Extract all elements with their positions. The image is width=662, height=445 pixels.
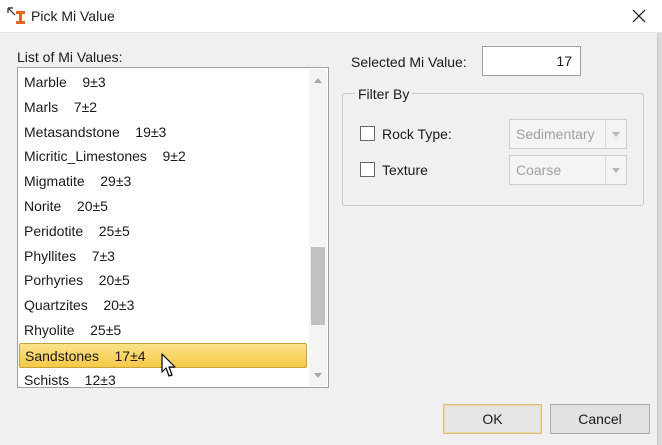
texture-checkbox[interactable] bbox=[360, 162, 375, 177]
ok-button[interactable]: OK bbox=[443, 404, 542, 434]
list-item[interactable]: Metasandstone 19±3 bbox=[19, 120, 307, 145]
list-item[interactable]: Marble 9±3 bbox=[19, 70, 307, 95]
list-scrollbar[interactable] bbox=[309, 69, 327, 386]
close-button[interactable] bbox=[616, 0, 662, 32]
selected-value-field[interactable]: 17 bbox=[482, 46, 581, 76]
chevron-down-icon bbox=[314, 372, 322, 378]
list-item[interactable]: Rhyolite 25±5 bbox=[19, 318, 307, 343]
list-item[interactable]: Migmatite 29±3 bbox=[19, 169, 307, 194]
close-icon bbox=[632, 9, 646, 23]
window-title: Pick Mi Value bbox=[31, 8, 115, 24]
scroll-thumb[interactable] bbox=[311, 247, 325, 325]
list-item[interactable]: Micritic_Limestones 9±2 bbox=[19, 144, 307, 169]
rock-type-dropdown[interactable]: Sedimentary bbox=[509, 119, 627, 149]
list-item[interactable]: Porhyries 20±5 bbox=[19, 268, 307, 293]
selected-value-label: Selected Mi Value: bbox=[351, 54, 467, 70]
app-icon bbox=[7, 7, 25, 24]
list-item[interactable]: Marls 7±2 bbox=[19, 95, 307, 120]
list-item[interactable]: Phyllites 7±3 bbox=[19, 244, 307, 269]
rock-type-label: Rock Type: bbox=[382, 126, 452, 142]
list-item[interactable]: Peridotite 25±5 bbox=[19, 219, 307, 244]
chevron-down-icon bbox=[612, 131, 620, 137]
list-label: List of Mi Values: bbox=[17, 49, 123, 65]
rock-type-value: Sedimentary bbox=[516, 126, 595, 142]
list-item[interactable]: Norite 20±5 bbox=[19, 194, 307, 219]
texture-dropdown[interactable]: Coarse bbox=[509, 155, 627, 185]
rock-type-dropdown-button[interactable] bbox=[605, 120, 626, 148]
list-item[interactable]: Quartzites 20±3 bbox=[19, 293, 307, 318]
title-bar: Pick Mi Value bbox=[0, 0, 662, 33]
texture-value: Coarse bbox=[516, 162, 562, 178]
texture-label: Texture bbox=[382, 162, 428, 178]
mouse-cursor-icon bbox=[161, 353, 176, 377]
scroll-up-button[interactable] bbox=[309, 71, 327, 89]
mi-values-list[interactable]: Marble 9±3 Marls 7±2 Metasandstone 19±3 Mic… bbox=[17, 67, 329, 388]
chevron-down-icon bbox=[612, 167, 620, 173]
cancel-button[interactable]: Cancel bbox=[550, 404, 650, 434]
scroll-down-button[interactable] bbox=[309, 366, 327, 384]
filter-group bbox=[342, 93, 644, 206]
window-edge bbox=[657, 33, 662, 445]
rock-type-checkbox[interactable] bbox=[360, 126, 375, 141]
list-items: Marble 9±3 Marls 7±2 Metasandstone 19±3 Mic… bbox=[19, 70, 307, 387]
texture-dropdown-button[interactable] bbox=[605, 156, 626, 184]
chevron-up-icon bbox=[314, 77, 322, 83]
filter-legend: Filter By bbox=[355, 86, 413, 102]
